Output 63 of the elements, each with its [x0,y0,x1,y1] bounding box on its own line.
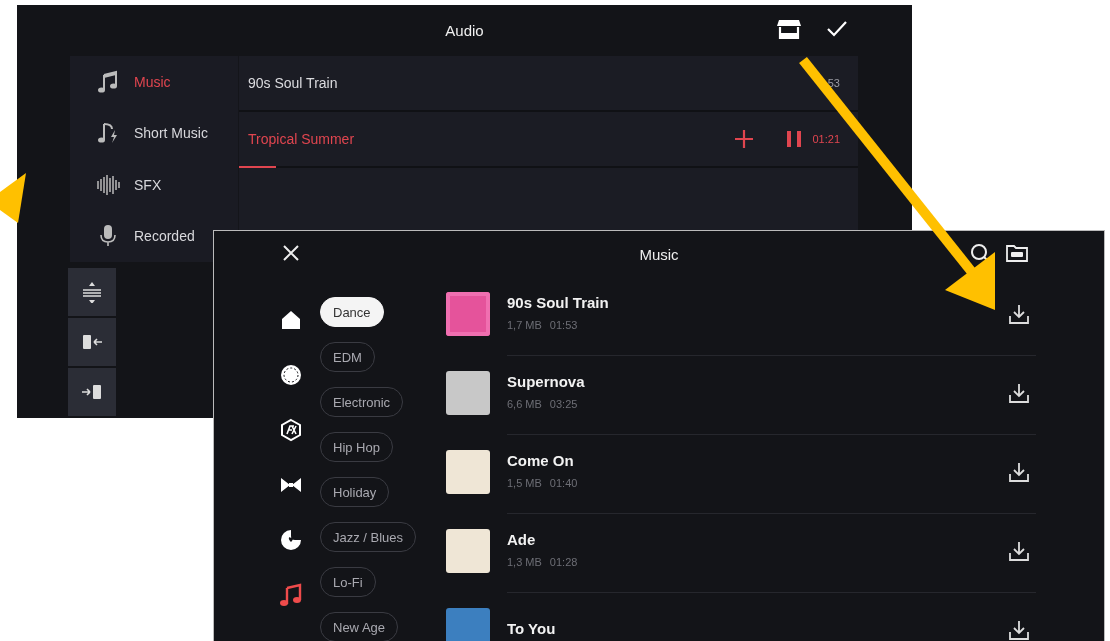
store-icon [776,18,802,40]
pause-button[interactable] [786,130,803,148]
track-title: 90s Soul Train [507,294,610,311]
add-button[interactable] [734,129,755,149]
album-art-placeholder [446,370,490,415]
track-duration: 01:28 [549,556,578,568]
file-size: 1,3 MB [507,556,542,568]
album-art-placeholder [446,607,490,641]
category-tab[interactable]: SFX [70,159,168,211]
close-icon [282,244,300,262]
download-button[interactable] [1008,302,1030,325]
check-icon [826,20,848,38]
download-icon [1008,460,1030,483]
file-size: 1,7 MB [507,319,542,331]
track-title: To You [507,620,557,637]
arrow [0,173,26,223]
album-art-placeholder [446,291,490,336]
track-duration: 03:25 [549,398,578,410]
music-icon [279,583,303,607]
download-button[interactable] [1008,539,1030,562]
download-button[interactable] [1008,618,1030,641]
new-icon [279,363,303,387]
split-button[interactable] [68,268,116,316]
trim-end-button[interactable] [68,368,116,416]
download-button[interactable] [1008,381,1030,404]
track-title: 90s Soul Train [248,75,339,91]
track-title: Come On [507,452,575,469]
window-title: Audio [445,22,484,39]
split-icon [81,281,103,303]
genre-chip[interactable]: Dance [320,297,384,327]
store-button[interactable] [776,18,802,40]
download-icon [1008,539,1030,562]
track-duration: 01:53 [549,319,578,331]
track-duration: 01:21 [812,133,840,145]
track-title: Supernova [507,373,586,390]
track-title: Tropical Summer [248,131,356,147]
category-tab[interactable]: Music [70,56,177,108]
download-icon [1008,302,1030,325]
plus-icon [734,129,755,149]
home-icon [279,308,303,332]
trim-start-button[interactable] [68,318,116,366]
folder-icon [1006,243,1028,263]
confirm-button[interactable] [826,20,848,38]
download-icon [1008,618,1030,641]
album-art-placeholder [446,528,490,573]
category-tab[interactable]: Recorded [70,210,201,262]
download-button[interactable] [1008,460,1030,483]
track-duration: 01:40 [549,477,578,489]
sticker-icon [279,528,303,552]
wave-icon [96,172,120,197]
pause-icon [786,130,803,148]
close-button[interactable] [282,244,300,262]
file-size: 1,5 MB [507,477,542,489]
short-icon [96,121,120,146]
note-icon [96,69,120,94]
window-title: Music [639,245,679,263]
download-icon [1008,381,1030,404]
fx-icon [279,418,303,442]
album-art-placeholder [446,449,490,494]
track-title: Ade [507,531,537,548]
my-folder-button[interactable] [1006,243,1028,265]
category-tab[interactable]: Short Music [70,107,214,159]
file-size: 6,6 MB [507,398,542,410]
